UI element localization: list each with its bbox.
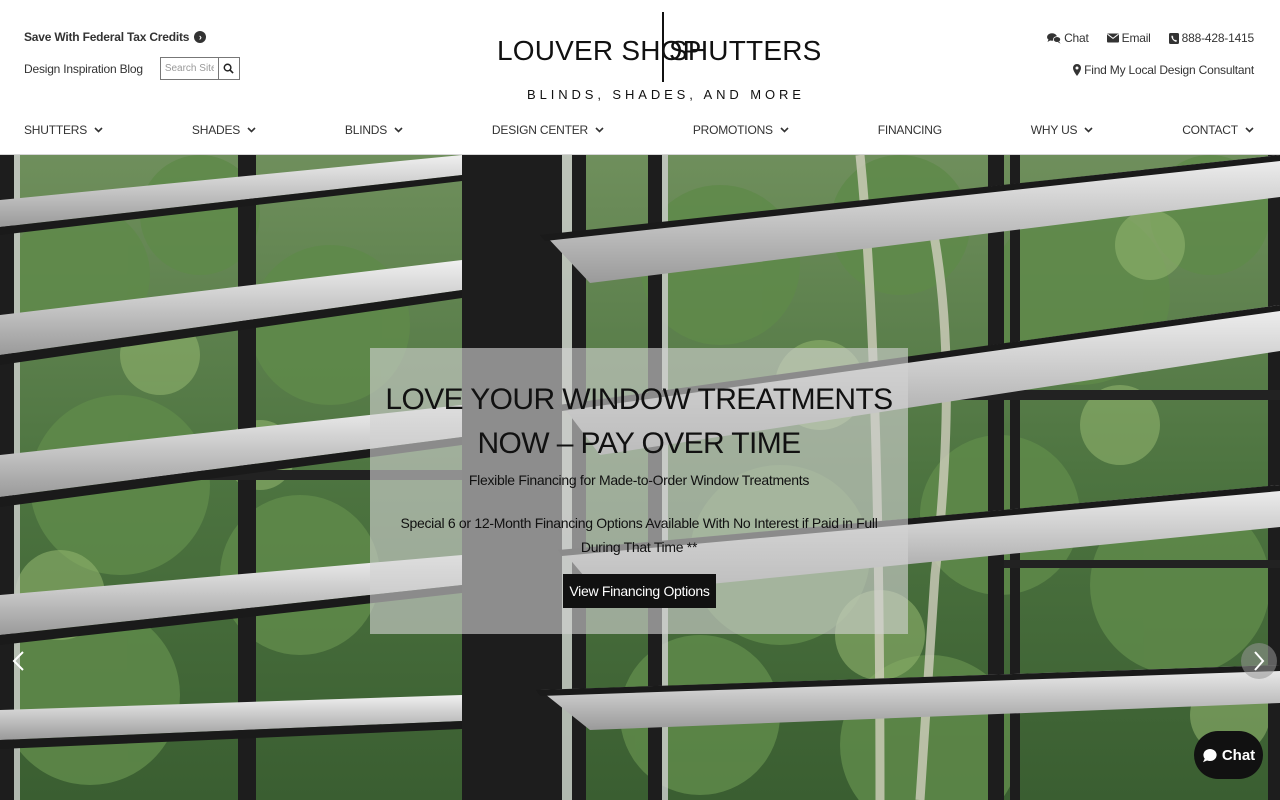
chevron-left-icon xyxy=(12,651,24,671)
hero-title-line-2: NOW – PAY OVER TIME xyxy=(477,427,801,460)
chevron-down-icon xyxy=(247,127,256,133)
chat-bubble-icon xyxy=(1202,748,1217,762)
tax-credits-link[interactable]: Save With Federal Tax Credits › xyxy=(24,30,240,44)
map-marker-icon xyxy=(1073,64,1082,76)
phone-number: 888-428-1415 xyxy=(1181,31,1255,45)
nav-item-label: CONTACT xyxy=(1182,123,1238,137)
nav-item-label: DESIGN CENTER xyxy=(491,123,588,137)
chat-link-label: Chat xyxy=(1064,31,1089,45)
nav-item-label: FINANCING xyxy=(877,123,942,137)
hero-subtitle: Flexible Financing for Made-to-Order Win… xyxy=(468,472,810,488)
slider-prev-button[interactable] xyxy=(0,643,36,679)
nav-item-label: SHUTTERS xyxy=(24,123,88,137)
envelope-icon xyxy=(1106,33,1119,43)
email-link[interactable]: Email xyxy=(1106,31,1151,45)
find-consultant-link[interactable]: Find My Local Design Consultant xyxy=(1047,63,1254,77)
view-financing-button[interactable]: View Financing Options xyxy=(563,574,716,608)
chat-bubbles-icon xyxy=(1047,32,1062,44)
chat-widget-button[interactable]: Chat xyxy=(1194,731,1263,779)
nav-item-label: SHADES xyxy=(191,123,241,137)
nav-item-financing[interactable]: FINANCING xyxy=(878,123,942,137)
logo-text-right: SHUTTERS xyxy=(669,35,822,66)
phone-icon xyxy=(1168,32,1179,44)
hero-caption: LOVE YOUR WINDOW TREATMENTS NOW – PAY OV… xyxy=(370,348,908,634)
nav-item-label: BLINDS xyxy=(344,123,388,137)
chat-widget-label: Chat xyxy=(1221,746,1256,764)
chevron-down-icon xyxy=(94,127,103,133)
nav-item-promotions[interactable]: PROMOTIONS xyxy=(693,123,789,137)
hero-title-line-1: LOVE YOUR WINDOW TREATMENTS xyxy=(385,383,893,416)
site-logo[interactable]: LOUVER SHOP SHUTTERS BLINDS, SHADES, AND… xyxy=(497,12,821,104)
nav-item-shades[interactable]: SHADES xyxy=(192,123,256,137)
search-form xyxy=(159,57,240,80)
logo-divider xyxy=(662,12,664,82)
chevron-down-icon xyxy=(595,127,604,133)
tax-credits-label: Save With Federal Tax Credits xyxy=(24,30,190,44)
chevron-right-circle-icon: › xyxy=(194,31,207,43)
contact-row: Chat Email 888-428-1415 xyxy=(1047,31,1254,45)
nav-item-why-us[interactable]: WHY US xyxy=(1031,123,1094,137)
header-contact: Chat Email 888-428-1415 Find My Local De… xyxy=(1047,31,1254,77)
blog-search-row: Design Inspiration Blog xyxy=(24,57,240,80)
chevron-down-icon xyxy=(1084,127,1093,133)
chevron-right-icon xyxy=(1254,651,1265,671)
nav-item-design-center[interactable]: DESIGN CENTER xyxy=(492,123,604,137)
logo-tagline: BLINDS, SHADES, AND MORE xyxy=(527,87,805,102)
search-icon xyxy=(223,63,234,74)
nav-item-shutters[interactable]: SHUTTERS xyxy=(24,123,103,137)
chevron-down-icon xyxy=(394,127,403,133)
nav-item-blinds[interactable]: BLINDS xyxy=(345,123,403,137)
nav-item-contact[interactable]: CONTACT xyxy=(1182,123,1254,137)
hero-description: Special 6 or 12-Month Financing Options … xyxy=(400,515,878,555)
nav-item-label: PROMOTIONS xyxy=(692,123,773,137)
header-left-links: Save With Federal Tax Credits › Design I… xyxy=(24,30,240,80)
hero-title: LOVE YOUR WINDOW TREATMENTS NOW – PAY OV… xyxy=(370,378,908,466)
chevron-down-icon xyxy=(780,127,789,133)
email-link-label: Email xyxy=(1121,31,1151,45)
nav-item-label: WHY US xyxy=(1030,123,1078,137)
chat-link[interactable]: Chat xyxy=(1047,31,1089,45)
design-blog-link[interactable]: Design Inspiration Blog xyxy=(24,62,143,76)
slider-next-button[interactable] xyxy=(1241,643,1277,679)
chevron-down-icon xyxy=(1245,127,1254,133)
phone-link[interactable]: 888-428-1415 xyxy=(1168,31,1255,45)
find-consultant-label: Find My Local Design Consultant xyxy=(1084,63,1254,77)
search-button[interactable] xyxy=(217,58,239,79)
search-input[interactable] xyxy=(160,58,218,79)
site-header: Save With Federal Tax Credits › Design I… xyxy=(0,0,1280,155)
main-nav: SHUTTERS SHADES BLINDS DESIGN CENTER PRO… xyxy=(24,123,1254,137)
